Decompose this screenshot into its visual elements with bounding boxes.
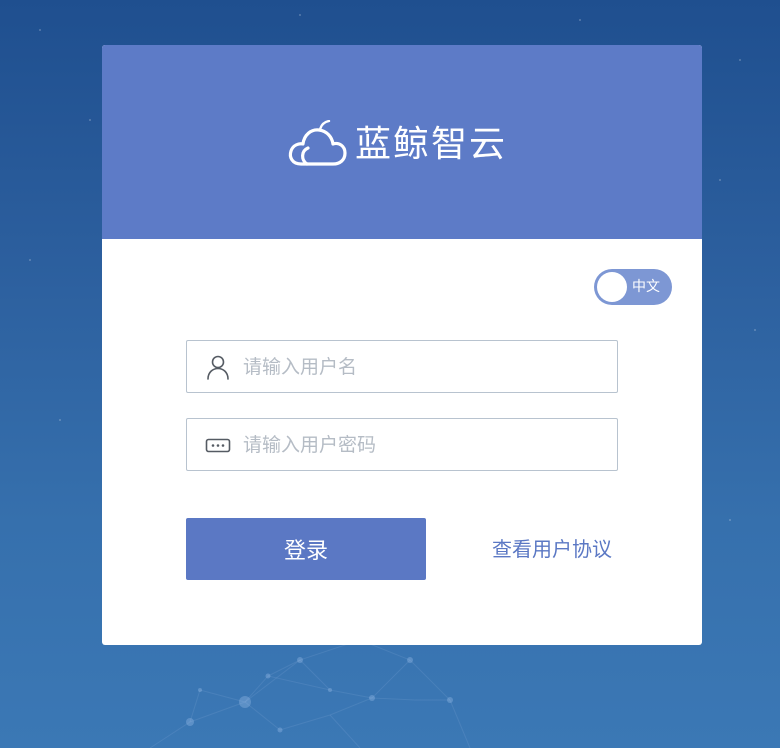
password-icon xyxy=(205,438,231,453)
card-header: 蓝鲸智云 xyxy=(102,45,702,239)
login-card: 蓝鲸智云 中文 登录 查看用户协议 xyxy=(102,45,702,645)
username-field xyxy=(186,340,618,393)
language-toggle[interactable]: 中文 xyxy=(594,269,672,305)
language-label: 中文 xyxy=(632,279,660,295)
user-agreement-link[interactable]: 查看用户协议 xyxy=(492,535,612,563)
password-field xyxy=(186,418,618,471)
brand-name: 蓝鲸智云 xyxy=(355,124,508,165)
password-input[interactable] xyxy=(243,419,603,470)
username-input[interactable] xyxy=(243,341,603,392)
login-button[interactable]: 登录 xyxy=(186,518,426,580)
user-icon xyxy=(207,355,229,380)
cloud-icon xyxy=(288,120,347,166)
brand-logo: 蓝鲸智云 xyxy=(287,120,507,170)
toggle-knob xyxy=(597,272,627,302)
